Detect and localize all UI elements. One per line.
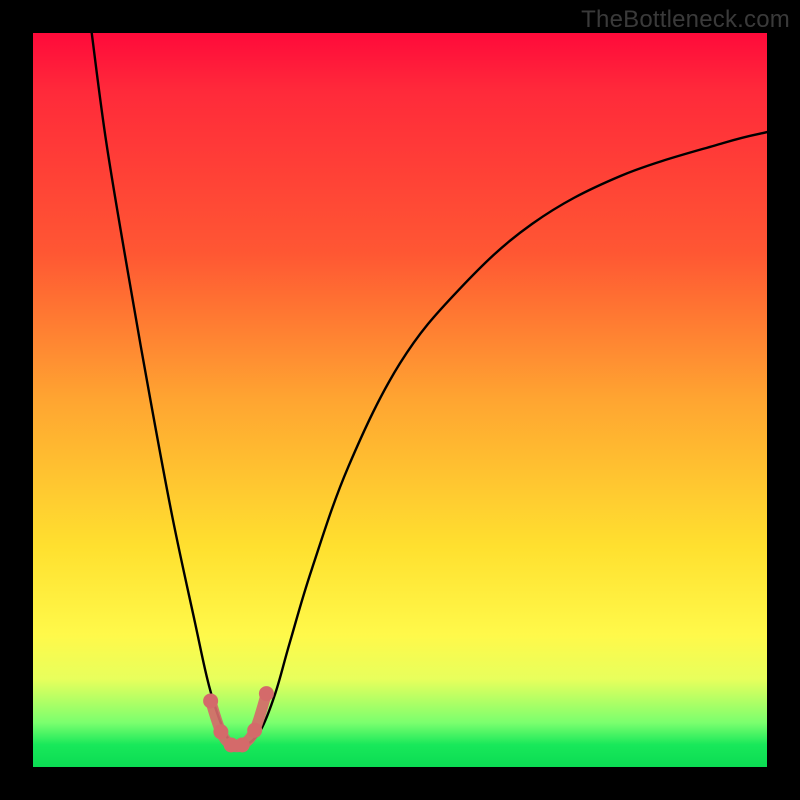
trough-marker-dot <box>235 737 250 752</box>
trough-marker-dot <box>259 686 274 701</box>
plot-area <box>33 33 767 767</box>
chart-svg <box>33 33 767 767</box>
watermark-text: TheBottleneck.com <box>581 6 790 34</box>
trough-marker-dot <box>203 693 218 708</box>
chart-frame: TheBottleneck.com <box>0 0 800 800</box>
trough-marker-dot <box>213 724 228 739</box>
trough-marker-dot <box>247 723 262 738</box>
bottleneck-curve-path <box>92 33 767 747</box>
